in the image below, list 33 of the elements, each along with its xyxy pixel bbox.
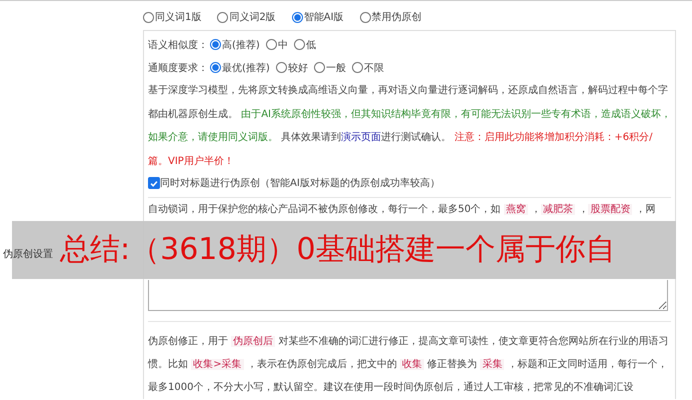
checkbox[interactable] <box>148 177 160 189</box>
radio-button[interactable] <box>292 12 303 22</box>
radio-button[interactable] <box>143 12 154 22</box>
radio-option[interactable]: 低 <box>294 38 316 52</box>
radio-button[interactable] <box>314 62 325 73</box>
radio-button[interactable] <box>210 62 221 73</box>
radio-option[interactable]: 高(推荐) <box>210 38 260 52</box>
radio-button[interactable] <box>352 62 363 73</box>
similarity-label: 语义相似度： <box>148 38 208 52</box>
radio-option[interactable]: 同义词2版 <box>217 10 276 24</box>
fluency-label: 通顺度要求： <box>148 62 208 74</box>
radio-button[interactable] <box>217 12 228 22</box>
radio-option[interactable]: 一般 <box>314 60 346 74</box>
banner-title: 总结:（3618期）0基础搭建一个属于你自 <box>60 232 616 268</box>
description-text: 基于深度学习模型，先将原文转换成高维语义向量，再对语义向量进行逐词解码，还原成自然语言，解码过程中每个字都由机器原创生成。 由于AI系统原创性较强，但其知识结构毕竟有限，有可能无法识别一些专有术语，造成语义破坏，如果介意，请使用同义词版。 具体效果请到演示页面进行测试确认。 注意：启用此功能将增加积分消耗：+6积分/篇。VIP用户半价！ <box>148 84 672 168</box>
section-label: 伪原创设置 <box>2 248 53 261</box>
radio-option[interactable]: 较好 <box>276 60 308 74</box>
radio-option[interactable]: 中 <box>266 38 288 52</box>
title-checkbox-option[interactable]: 同时对标题进行伪原创（智能AI版对标题的伪原创成功率较高） <box>148 173 675 193</box>
radio-button[interactable] <box>360 12 371 22</box>
radio-button[interactable] <box>210 39 221 50</box>
demo-page-link[interactable]: 演示页面 <box>341 132 382 143</box>
radio-button[interactable] <box>276 62 287 73</box>
radio-option[interactable]: 智能AI版 <box>292 10 344 24</box>
lock-words-description: 自动锁词，用于保护您的核心产品词不被伪原创修改，每行一个，最多50个，如 燕窝 ， 减肥茶 ， 股票配资 ，网 <box>148 202 656 217</box>
lock-words-field[interactable] <box>148 280 668 311</box>
correction-description: 伪原创修正，用于 伪原创后 对某些不准确的词汇进行修正，提高文章可读性，使文章更符合您网站所在行业的用语习惯。比如 收集>采集 ，表示在伪原创完成后，把文中的 收集 修正替换为 采集 ，标题和正文同时适用，每行一个，最多1000个，不分大小写，默认留空。建议在使用一段时间伪原创后，通过人工审核，把常见的不准确词汇设 <box>148 334 670 395</box>
radio-option[interactable]: 不限 <box>352 60 384 74</box>
radio-option[interactable]: 禁用伪原创 <box>360 10 422 24</box>
radio-option[interactable]: 同义词1版 <box>143 10 202 24</box>
radio-button[interactable] <box>266 39 277 50</box>
radio-button[interactable] <box>294 39 305 50</box>
radio-option[interactable]: 最优(推荐) <box>210 60 270 74</box>
